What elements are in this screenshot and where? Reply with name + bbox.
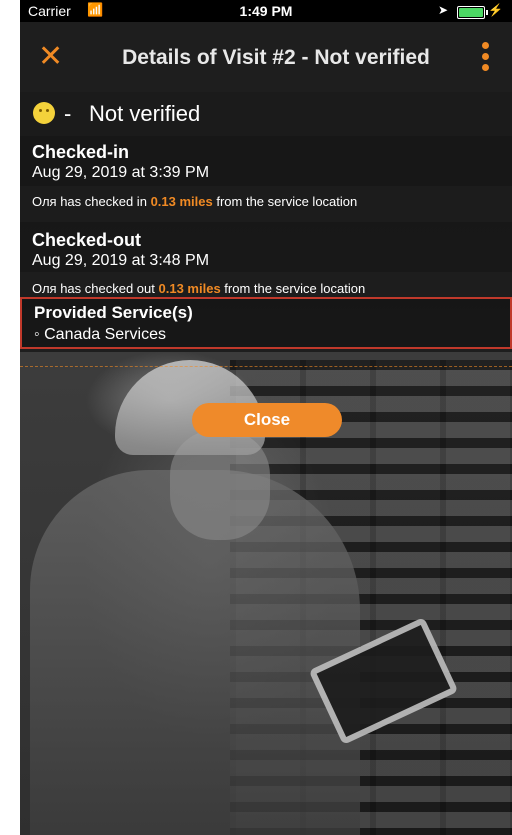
checkout-distance: 0.13 miles [158,281,221,296]
service-item: ◦ Canada Services [34,326,166,343]
checkin-title: Checked-in [32,142,130,162]
page-title: Details of Visit #2 - Not verified [122,46,430,69]
checkout-note: Оля has checked out 0.13 miles from the … [20,272,512,297]
checkin-note-prefix: Оля has checked in [32,194,147,209]
verification-status: Not verified [89,101,201,126]
checkout-title: Checked-out [32,230,142,250]
status-bar: Carrier 📶 1:49 PM ➤ ⚡ [20,0,512,22]
navigation-bar: ✕ Details of Visit #2 - Not verified [20,22,512,92]
checkout-section: Checked-out Aug 29, 2019 at 3:48 PM [20,222,512,272]
location-arrow-icon: ➤ [438,3,449,17]
checkin-note: Оля has checked in 0.13 miles from the s… [20,186,512,222]
app-screen: Carrier 📶 1:49 PM ➤ ⚡ ✕ Details of Visit… [20,0,512,835]
verification-row: - Not verified [20,92,512,136]
checkout-note-suffix: from the service location [224,281,366,296]
checkin-note-suffix: from the service location [216,194,358,209]
close-x-icon[interactable]: ✕ [38,40,63,74]
provided-services-section: Provided Service(s) ◦ Canada Services [20,297,512,349]
charging-bolt-icon: ⚡ [488,3,503,17]
neutral-face-icon [33,102,55,124]
more-menu-icon[interactable] [482,42,490,76]
checkout-note-prefix: Оля has checked out [32,281,155,296]
checkin-date: Aug 29, 2019 at 3:39 PM [32,164,210,181]
section-divider [20,366,512,367]
battery-icon [457,6,488,19]
verification-dash: - [64,101,72,126]
checkout-date: Aug 29, 2019 at 3:48 PM [32,252,210,269]
checkin-section: Checked-in Aug 29, 2019 at 3:39 PM [20,136,512,186]
checkin-distance: 0.13 miles [150,194,213,209]
close-button[interactable]: Close [192,403,342,437]
services-title: Provided Service(s) [34,303,193,322]
